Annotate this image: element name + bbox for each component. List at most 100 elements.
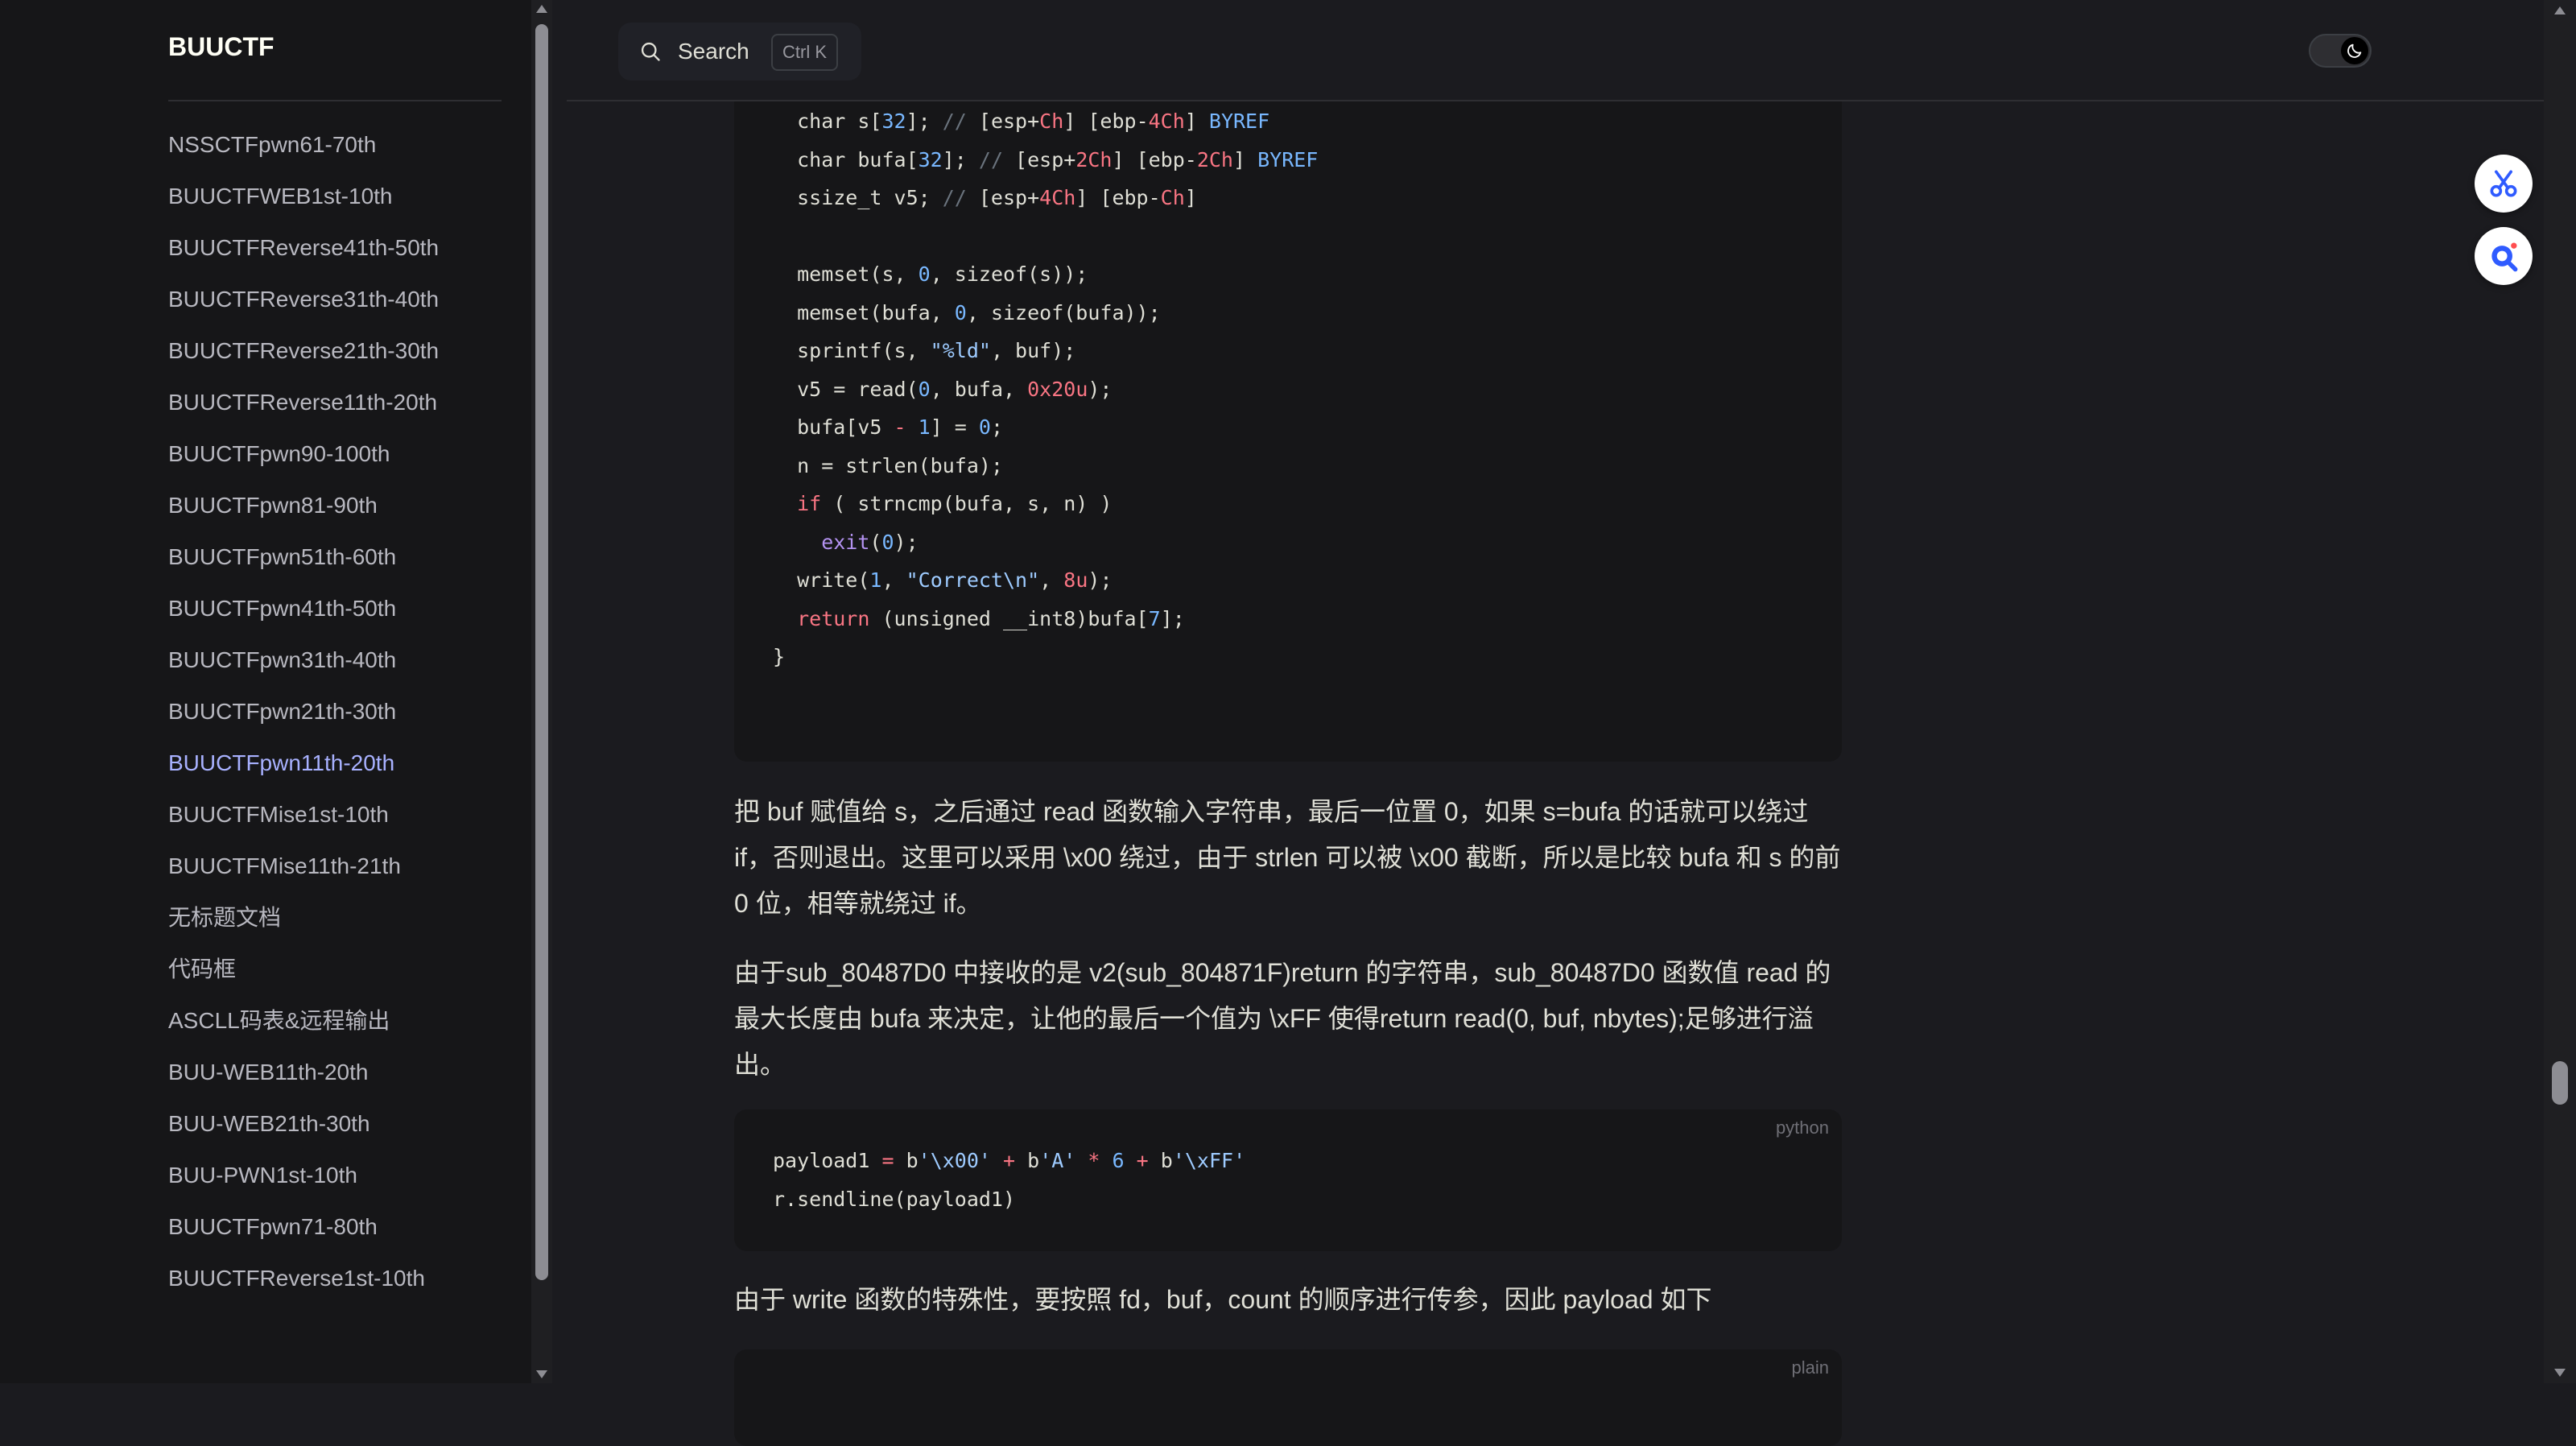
sidebar-item[interactable]: BUUCTFMise11th-21th xyxy=(168,841,514,892)
code-token: '\x00' xyxy=(918,1149,991,1172)
sidebar-item[interactable]: BUUCTFReverse41th-50th xyxy=(168,222,514,274)
theme-toggle[interactable] xyxy=(2309,34,2372,68)
code-token: , sizeof(bufa)); xyxy=(966,300,1161,324)
code-block-plain[interactable]: plain xyxy=(734,1349,1842,1446)
code-line: ssize_t v5; // [esp+4Ch] [ebp-Ch] xyxy=(773,179,1318,217)
sidebar-item[interactable]: BUUCTFpwn51th-60th xyxy=(168,531,514,583)
code-token: , bufa, xyxy=(930,377,1028,401)
code-token: 0 xyxy=(881,530,894,554)
code-token: ); xyxy=(894,530,919,554)
main-scroll-down-arrow-icon[interactable] xyxy=(2554,1369,2566,1377)
code-block-c[interactable]: { size_t n; // eax char s[32]; // [esp+C… xyxy=(734,52,1842,762)
sidebar-item[interactable]: BUUCTFpwn71-80th xyxy=(168,1201,514,1253)
code-line: return (unsigned __int8)bufa[7]; xyxy=(773,600,1318,638)
main-scroll-thumb[interactable] xyxy=(2552,1061,2568,1105)
code-line: } xyxy=(773,638,1318,676)
code-token: ] [ebp- xyxy=(1112,147,1197,171)
main-scroll-up-arrow-icon[interactable] xyxy=(2554,6,2566,14)
code-token: 1 xyxy=(869,568,882,592)
code-token: // xyxy=(978,147,1016,171)
code-token: char s[ xyxy=(773,109,882,133)
sidebar-item[interactable]: BUUCTFReverse1st-10th xyxy=(168,1253,514,1304)
sidebar-item[interactable]: BUUCTFpwn21th-30th xyxy=(168,686,514,737)
sidebar-item[interactable]: BUU-WEB11th-20th xyxy=(168,1047,514,1098)
code-token: 32 xyxy=(918,147,943,171)
code-line: r.sendline(payload1) xyxy=(773,1180,1245,1219)
code-token: ); xyxy=(1088,568,1113,592)
code-token: return xyxy=(773,606,870,630)
code-token: ( xyxy=(869,530,882,554)
code-token: 7 xyxy=(1148,606,1161,630)
code-block-python-text: payload1 = b'\x00' + b'A' * 6 + b'\xFF' r… xyxy=(773,1142,1245,1218)
code-token: ssize_t v5; xyxy=(773,186,943,209)
code-line: exit(0); xyxy=(773,523,1318,562)
code-token: 0 xyxy=(918,262,931,286)
sidebar-scrollbar[interactable] xyxy=(531,0,552,1383)
code-line: bufa[v5 - 1] = 0; xyxy=(773,408,1318,447)
sidebar-item[interactable]: BUU-WEB21th-30th xyxy=(168,1098,514,1150)
sidebar-item[interactable]: 代码框 xyxy=(168,944,514,995)
sidebar-item[interactable]: BUUCTFWEB1st-10th xyxy=(168,171,514,222)
scissors-icon xyxy=(2490,170,2517,197)
code-token: "Correct\n" xyxy=(906,568,1040,592)
code-token: v5 = read( xyxy=(773,377,919,401)
code-token: write( xyxy=(773,568,870,592)
sidebar-item[interactable]: BUUCTFpwn81-90th xyxy=(168,480,514,531)
code-token: b xyxy=(1015,1149,1040,1172)
code-token: n = strlen(bufa); xyxy=(773,453,1003,477)
moon-icon xyxy=(2347,43,2362,58)
sidebar-item[interactable]: BUUCTFpwn90-100th xyxy=(168,428,514,480)
sidebar-item[interactable]: BUUCTFReverse31th-40th xyxy=(168,274,514,325)
sidebar-scroll-thumb[interactable] xyxy=(535,24,548,1280)
sidebar-item[interactable]: BUUCTFMise1st-10th xyxy=(168,789,514,841)
scissors-fab-button[interactable] xyxy=(2475,155,2533,213)
code-line: if ( strncmp(bufa, s, n) ) xyxy=(773,485,1318,523)
search-shortcut-badge: Ctrl K xyxy=(771,34,838,71)
site-brand[interactable]: BUUCTF xyxy=(168,32,275,62)
code-token: = xyxy=(881,1149,894,1172)
top-bar: Search Ctrl K xyxy=(567,0,2544,101)
code-lang-label: python xyxy=(1775,1118,1829,1138)
code-line: char s[32]; // [esp+Ch] [ebp-4Ch] BYREF xyxy=(773,102,1318,141)
sidebar-item[interactable]: BUUCTFReverse21th-30th xyxy=(168,325,514,377)
code-token: , xyxy=(881,568,906,592)
code-token: ; xyxy=(990,415,1004,439)
code-token: BYREF xyxy=(1208,109,1270,133)
code-token: 0 xyxy=(978,415,991,439)
code-token: 6 xyxy=(1112,1149,1125,1172)
paragraph-1: 把 buf 赋值给 s，之后通过 read 函数输入字符串，最后一位置 0，如果… xyxy=(734,797,1841,918)
code-token: bufa[v5 xyxy=(773,415,894,439)
chat-search-fab-button[interactable] xyxy=(2475,227,2533,285)
code-block-python[interactable]: python payload1 = b'\x00' + b'A' * 6 + b… xyxy=(734,1109,1842,1251)
scroll-down-arrow-icon[interactable] xyxy=(536,1370,547,1378)
code-token: "%ld" xyxy=(930,339,991,362)
code-line: char bufa[32]; // [esp+2Ch] [ebp-2Ch] BY… xyxy=(773,141,1318,180)
code-token: if xyxy=(773,492,822,515)
code-token: , buf); xyxy=(990,339,1076,362)
code-token: char bufa[ xyxy=(773,147,919,171)
code-token: + xyxy=(1003,1149,1016,1172)
code-token: ( strncmp(bufa, s, n) ) xyxy=(821,492,1113,515)
scroll-up-arrow-icon[interactable] xyxy=(536,5,547,13)
code-token: sprintf(s, xyxy=(773,339,931,362)
sidebar-item[interactable]: ASCLL码表&远程输出 xyxy=(168,995,514,1047)
main-scrollbar[interactable] xyxy=(2544,0,2576,1383)
sidebar-item[interactable]: BUUCTFpwn41th-50th xyxy=(168,583,514,634)
sidebar-item[interactable]: 无标题文档 xyxy=(168,892,514,944)
code-line: n = strlen(bufa); xyxy=(773,447,1318,485)
code-block-c-text: { size_t n; // eax char s[32]; // [esp+C… xyxy=(773,52,1318,676)
code-token: 4Ch xyxy=(1039,186,1076,209)
sidebar-item[interactable]: NSSCTFpwn61-70th xyxy=(168,119,514,171)
search-button[interactable]: Search Ctrl K xyxy=(618,23,861,81)
code-token: } xyxy=(773,645,786,668)
code-token: 1 xyxy=(918,415,931,439)
sidebar-item[interactable]: BUUCTFpwn11th-20th xyxy=(168,737,514,789)
sidebar-item[interactable]: BUUCTFReverse11th-20th xyxy=(168,377,514,428)
sidebar-item[interactable]: BUUCTFpwn31th-40th xyxy=(168,634,514,686)
code-line: write(1, "Correct\n", 8u); xyxy=(773,561,1318,600)
sidebar-item[interactable]: BUU-PWN1st-10th xyxy=(168,1150,514,1201)
